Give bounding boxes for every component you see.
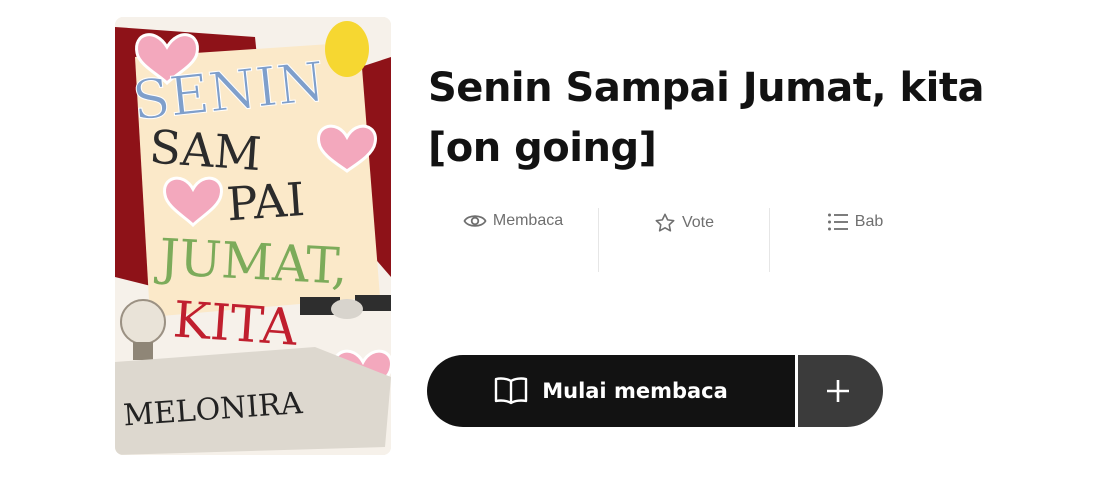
add-to-library-button[interactable] <box>798 355 883 427</box>
story-cover[interactable]: SENIN SAM PAI JUMAT, KITA MELONIRA <box>115 17 391 455</box>
list-icon <box>827 213 848 231</box>
story-stats: Membaca Vote Bab <box>428 208 940 272</box>
cover-artwork: SENIN SAM PAI JUMAT, KITA MELONIRA <box>115 17 391 455</box>
plus-icon <box>826 380 849 402</box>
story-title: Senin Sampai Jumat, kita [on going] <box>428 65 984 171</box>
stat-parts: Bab <box>769 208 940 272</box>
stat-votes: Vote <box>598 208 769 272</box>
stat-votes-label: Vote <box>681 214 715 231</box>
stat-parts-label: Bab <box>854 213 884 230</box>
eye-icon <box>463 215 487 227</box>
book-open-icon <box>495 377 528 405</box>
star-icon <box>655 213 675 232</box>
start-reading-label: Mulai membaca <box>542 379 728 403</box>
start-reading-button[interactable]: Mulai membaca <box>427 355 795 427</box>
stat-reads: Membaca <box>428 208 598 272</box>
stat-reads-label: Membaca <box>492 212 564 229</box>
cover-line4: JUMAT, <box>153 228 349 296</box>
cover-line3: PAI <box>225 172 307 231</box>
cover-line2: SAM <box>148 119 263 181</box>
cover-line5: KITA <box>171 290 299 357</box>
